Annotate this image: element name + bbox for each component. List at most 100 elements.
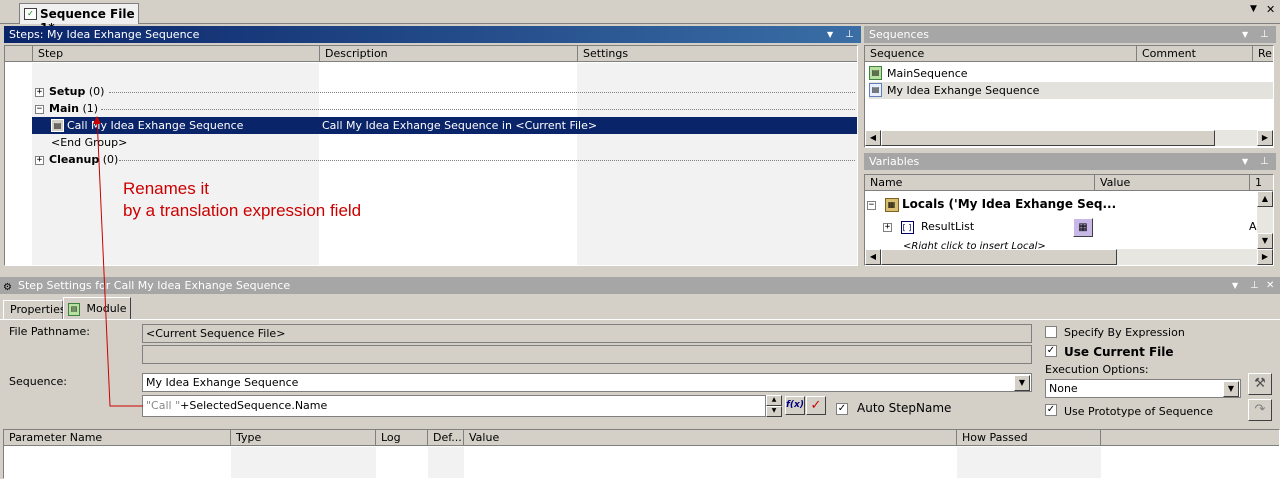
panel-menu-icon[interactable]: ▼: [1242, 26, 1248, 43]
close-panel-icon[interactable]: ✕: [1266, 277, 1274, 294]
sequences-panel-title: Sequences: [869, 28, 929, 41]
use-current-file-checkbox[interactable]: ✓: [1045, 345, 1057, 357]
panel-menu-icon[interactable]: ▼: [1232, 277, 1238, 294]
dropdown-arrow-icon[interactable]: ▼: [1223, 381, 1239, 397]
specify-by-expression-checkbox[interactable]: [1045, 326, 1057, 338]
sequence-select[interactable]: My Idea Exhange Sequence ▼: [142, 373, 1032, 392]
annotation-line-2: by a translation expression field: [123, 201, 362, 220]
sequences-horizontal-scrollbar[interactable]: ◀ ▶: [865, 130, 1273, 146]
pin-icon[interactable]: ⊥: [845, 26, 854, 43]
sequence-label: Sequence:: [9, 375, 67, 388]
array-viewer-icon[interactable]: ▦: [1073, 218, 1093, 237]
spin-down-arrow[interactable]: ▼: [766, 406, 782, 417]
selected-step-row[interactable]: ▤ Call My Idea Exhange Sequence Call My …: [32, 117, 857, 134]
reload-prototype-button[interactable]: ↷: [1248, 399, 1272, 421]
scroll-right-arrow[interactable]: ▶: [1257, 130, 1273, 146]
group-row-setup[interactable]: + Setup (0): [35, 83, 104, 100]
execution-options-label: Execution Options:: [1045, 363, 1149, 376]
column-header-default[interactable]: Def...: [428, 430, 464, 446]
step-name-expression-field[interactable]: "Call "+SelectedSequence.Name: [142, 395, 766, 417]
sequence-select-value: My Idea Exhange Sequence: [146, 376, 299, 389]
file-pathname-field[interactable]: <Current Sequence File>: [142, 324, 1032, 343]
column-header-sequence[interactable]: Sequence: [865, 46, 1137, 62]
check-expression-button[interactable]: ✓: [806, 396, 826, 415]
auto-stepname-checkbox[interactable]: ✓: [836, 403, 848, 415]
expand-icon[interactable]: +: [883, 222, 892, 232]
locals-row[interactable]: − ▦ Locals ('My Idea Exhange Seq...: [867, 195, 1116, 213]
step-description: Call My Idea Exhange Sequence in <Curren…: [322, 119, 598, 132]
row-separator: [101, 109, 855, 110]
column-header-type[interactable]: Type: [231, 430, 376, 446]
variables-tree[interactable]: Name Value 1 − ▦ Locals ('My Idea Exhang…: [864, 174, 1274, 266]
column-header-step[interactable]: Step: [33, 46, 320, 62]
column-header-re[interactable]: Re: [1253, 46, 1273, 62]
sequence-file-icon: ✓: [24, 8, 37, 20]
file-pathname-expression-field[interactable]: [142, 345, 1032, 364]
column-header-name[interactable]: Name: [865, 175, 1095, 191]
pin-icon[interactable]: ⊥: [1260, 26, 1269, 43]
use-prototype-checkbox[interactable]: ✓: [1045, 404, 1057, 416]
column-header-comment[interactable]: Comment: [1137, 46, 1253, 62]
document-tab[interactable]: ✓ Sequence File 1*: [19, 3, 139, 35]
step-name: Call My Idea Exhange Sequence: [67, 119, 244, 132]
sequence-item-selected[interactable]: ▤ My Idea Exhange Sequence: [869, 82, 1273, 99]
variables-vertical-scrollbar[interactable]: ▲ ▼: [1257, 191, 1273, 249]
variables-horizontal-scrollbar[interactable]: ◀ ▶: [865, 249, 1273, 265]
group-row-cleanup[interactable]: + Cleanup (0): [35, 151, 118, 168]
tab-list-dropdown-icon[interactable]: ▼: [1250, 4, 1257, 14]
column-header-value[interactable]: Value: [1095, 175, 1250, 191]
variables-panel-title: Variables: [869, 155, 920, 168]
parameters-table[interactable]: Parameter Name Type Log Def... Value How…: [3, 429, 1280, 479]
column-header-how-passed[interactable]: How Passed: [957, 430, 1101, 446]
tab-properties[interactable]: Properties: [3, 300, 66, 319]
scroll-down-arrow[interactable]: ▼: [1257, 233, 1273, 249]
group-row-main[interactable]: − Main (1): [35, 100, 98, 117]
tab-module[interactable]: ▤ Module: [63, 297, 131, 320]
expression-spin-buttons[interactable]: ▲ ▼: [766, 395, 782, 417]
sequences-list[interactable]: Sequence Comment Re ▤ MainSequence ▤ My …: [864, 45, 1274, 148]
column-header-settings[interactable]: Settings: [578, 46, 857, 62]
scroll-left-arrow[interactable]: ◀: [865, 130, 881, 146]
collapse-icon[interactable]: −: [35, 104, 44, 114]
scroll-left-arrow[interactable]: ◀: [865, 249, 881, 265]
steps-tree[interactable]: Step Description Settings + Setup (0) − Ma…: [4, 45, 858, 266]
column-header-type[interactable]: 1: [1250, 175, 1273, 191]
expression-string-literal: "Call ": [146, 399, 181, 412]
step-settings-icon: ⚙: [3, 282, 12, 293]
panel-menu-icon[interactable]: ▼: [1242, 153, 1248, 170]
tools-icon: ⚒: [1254, 376, 1266, 391]
locals-label: Locals ('My Idea Exhange Seq...: [902, 197, 1117, 211]
column-header-filler: [1101, 430, 1279, 446]
dropdown-arrow-icon[interactable]: ▼: [1014, 375, 1030, 391]
row-separator: [119, 160, 855, 161]
expression-remainder: +SelectedSequence.Name: [180, 399, 328, 412]
scroll-right-arrow[interactable]: ▶: [1257, 249, 1273, 265]
expand-icon[interactable]: +: [35, 155, 44, 165]
scroll-up-arrow[interactable]: ▲: [1257, 191, 1273, 207]
params-column-shade-1: [231, 447, 376, 478]
column-header-parameter-name[interactable]: Parameter Name: [4, 430, 231, 446]
scroll-thumb[interactable]: [881, 249, 1117, 265]
pin-icon[interactable]: ⊥: [1250, 277, 1259, 294]
sequence-name: My Idea Exhange Sequence: [887, 84, 1040, 97]
collapse-icon[interactable]: −: [867, 200, 876, 210]
variables-panel: Variables ▼ ⊥ Name Value 1 − ▦ Locals ('…: [864, 153, 1280, 266]
expand-icon[interactable]: +: [35, 87, 44, 97]
column-header-log[interactable]: Log: [376, 430, 428, 446]
pin-icon[interactable]: ⊥: [1260, 153, 1269, 170]
execution-options-select[interactable]: None ▼: [1045, 379, 1241, 398]
result-list-row[interactable]: + [ ] ResultList ▦ A: [883, 218, 1273, 237]
fx-icon: f(x): [786, 400, 804, 410]
file-pathname-label: File Pathname:: [9, 325, 90, 338]
expression-browse-button[interactable]: f(x): [785, 396, 805, 415]
column-header-value[interactable]: Value: [464, 430, 957, 446]
close-document-icon[interactable]: ✕: [1266, 3, 1275, 16]
end-group-row[interactable]: <End Group>: [51, 134, 127, 151]
spin-up-arrow[interactable]: ▲: [766, 395, 782, 406]
step-settings-panel: ⚙ Step Settings for Call My Idea Exhange…: [0, 277, 1280, 479]
edit-sequence-button[interactable]: ⚒: [1248, 373, 1272, 395]
column-header-description[interactable]: Description: [320, 46, 578, 62]
module-icon: ▤: [68, 302, 80, 316]
panel-menu-icon[interactable]: ▼: [827, 26, 833, 43]
scroll-thumb[interactable]: [881, 130, 1215, 146]
